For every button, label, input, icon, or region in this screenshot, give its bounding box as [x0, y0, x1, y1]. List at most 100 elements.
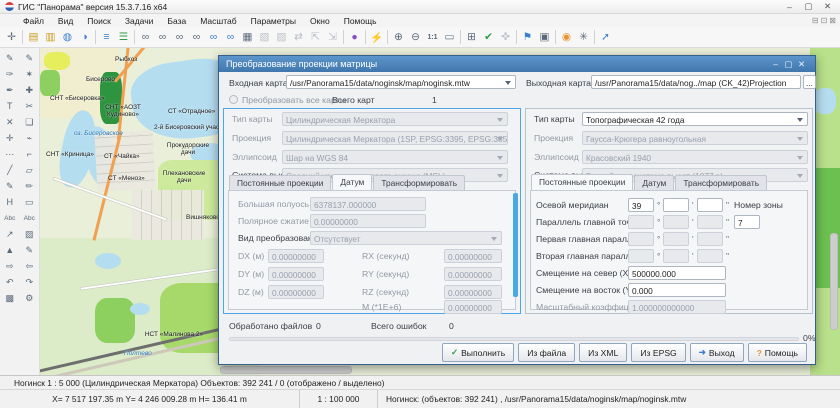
text-abc-2-icon[interactable]: Abc: [22, 211, 37, 225]
axial-deg-input[interactable]: 39: [628, 198, 654, 212]
grid-icon[interactable]: ▦: [239, 29, 256, 46]
menu-file[interactable]: Файл: [16, 16, 51, 26]
zone-number-input[interactable]: 7: [734, 215, 760, 229]
layers-icon[interactable]: ≡: [98, 29, 115, 46]
find-object-icon[interactable]: ∞: [137, 29, 154, 46]
redo-icon[interactable]: ↷: [22, 275, 37, 289]
topology-icon[interactable]: ⌁: [22, 131, 37, 145]
select-transfer-icon[interactable]: ⇄: [290, 29, 307, 46]
execute-button[interactable]: ✓ Выполнить: [442, 343, 514, 362]
mdi-minimize-button[interactable]: ⊟: [812, 16, 819, 25]
find-selected-icon[interactable]: ∞: [188, 29, 205, 46]
polygon-icon[interactable]: ▱: [22, 163, 37, 177]
source-tab-datum[interactable]: Датум: [332, 174, 372, 191]
axial-sec-input[interactable]: [697, 198, 723, 212]
delete-object-icon[interactable]: ✕: [2, 115, 17, 129]
pencil-a-icon[interactable]: ✎: [2, 179, 17, 193]
zoom-out-icon[interactable]: ⊖: [407, 29, 424, 46]
map-horizontal-scrollbar[interactable]: [220, 366, 352, 374]
edit-metric-icon[interactable]: ✑: [2, 67, 17, 81]
edit-shape-icon[interactable]: ✒: [2, 83, 17, 97]
mdi-restore-button[interactable]: ⊡: [821, 16, 828, 25]
convert-all-radio[interactable]: [229, 95, 238, 104]
draw-object-icon[interactable]: ✎: [2, 51, 17, 65]
context-help-icon[interactable]: ➚: [597, 29, 614, 46]
window-maximize-button[interactable]: ▢: [801, 1, 816, 12]
import-icon[interactable]: ⇦: [22, 259, 37, 273]
from-file-button[interactable]: Из файла: [518, 343, 575, 362]
target-map-type-combobox[interactable]: Топографическая 42 года: [582, 112, 808, 126]
menu-parameters[interactable]: Параметры: [244, 16, 303, 26]
open-geoportal-icon[interactable]: ◍: [59, 29, 76, 46]
object-check-icon[interactable]: ✔: [480, 29, 497, 46]
align-icon[interactable]: ▲: [2, 243, 17, 257]
height-icon[interactable]: Н: [2, 195, 17, 209]
globe-3d-icon[interactable]: ●: [346, 29, 363, 46]
menu-database[interactable]: База: [160, 16, 193, 26]
exit-button[interactable]: ➜ Выход: [690, 343, 744, 362]
split-object-icon[interactable]: ✂: [22, 99, 37, 113]
message-panel-icon[interactable]: ⊞: [463, 29, 480, 46]
menu-window[interactable]: Окно: [303, 16, 337, 26]
find-by-name-icon[interactable]: ∞: [154, 29, 171, 46]
pencil-b-icon[interactable]: ✏: [22, 179, 37, 193]
open-map-icon[interactable]: ▤: [25, 29, 42, 46]
export-icon[interactable]: ⇨: [2, 259, 17, 273]
fill-icon[interactable]: ▩: [2, 291, 17, 305]
edit-semantics-icon[interactable]: ✶: [22, 67, 37, 81]
menu-search[interactable]: Поиск: [80, 16, 118, 26]
text-abc-icon[interactable]: Abc: [2, 211, 17, 225]
draw-graphic-icon[interactable]: ✎: [22, 51, 37, 65]
mdi-close-button[interactable]: ⊠: [829, 16, 836, 25]
output-map-input[interactable]: /usr/Panorama15/data/nog../map (CK_42)Pr…: [591, 75, 801, 89]
dialog-minimize-button[interactable]: –: [769, 59, 782, 69]
find-marked-icon[interactable]: ∞: [205, 29, 222, 46]
pan-map-icon[interactable]: ✜: [497, 29, 514, 46]
browse-button[interactable]: ...: [803, 75, 816, 89]
dialog-titlebar[interactable]: Преобразование проекции матрицы – ▢ ✕: [219, 56, 815, 72]
window-titlebar[interactable]: ГИС "Панорама" версия 15.3.7.16 x64 – ▢ …: [0, 0, 840, 14]
color-settings-icon[interactable]: ◉: [558, 29, 575, 46]
text-title-icon[interactable]: Т: [2, 99, 17, 113]
bookmark-icon[interactable]: ⚑: [519, 29, 536, 46]
zoom-in-icon[interactable]: ⊕: [390, 29, 407, 46]
window-close-button[interactable]: ✕: [820, 1, 835, 12]
create-map-icon[interactable]: ✛: [3, 29, 20, 46]
select-clear-icon[interactable]: ⇲: [324, 29, 341, 46]
map-copy-icon[interactable]: ◑: [76, 29, 93, 46]
properties-icon[interactable]: ▣: [536, 29, 553, 46]
view-frame-icon[interactable]: ▭: [441, 29, 458, 46]
tool-settings-icon[interactable]: ⚙: [22, 291, 37, 305]
axial-min-input[interactable]: [663, 198, 689, 212]
help-button[interactable]: ? Помощь: [748, 343, 807, 362]
find-by-area-icon[interactable]: ∞: [171, 29, 188, 46]
find-repeat-icon[interactable]: ∞: [222, 29, 239, 46]
menu-scale[interactable]: Масштаб: [193, 16, 243, 26]
input-map-combobox[interactable]: /usr/Panorama15/data/noginsk/map/noginsk…: [286, 75, 516, 89]
direction-icon[interactable]: ↗: [2, 227, 17, 241]
menu-view[interactable]: Вид: [51, 16, 80, 26]
select-frame-icon[interactable]: ▧: [256, 29, 273, 46]
rotate-icon[interactable]: ⌐: [22, 147, 37, 161]
dialog-maximize-button[interactable]: ▢: [782, 59, 795, 70]
menu-tasks[interactable]: Задачи: [118, 16, 161, 26]
window-minimize-button[interactable]: –: [782, 2, 797, 12]
menu-help[interactable]: Помощь: [337, 16, 384, 26]
east-offset-input[interactable]: 0.000: [628, 283, 726, 297]
north-offset-input[interactable]: 500000.000: [628, 266, 726, 280]
from-epsg-button[interactable]: Из EPSG: [631, 343, 685, 362]
merge-objects-icon[interactable]: ❏: [22, 115, 37, 129]
undo-icon[interactable]: ↶: [2, 275, 17, 289]
frame-green-icon[interactable]: ▭: [22, 195, 37, 209]
select-add-icon[interactable]: ⇱: [307, 29, 324, 46]
target-tab-constant-projections[interactable]: Постоянные проекции: [531, 174, 633, 191]
dialog-close-button[interactable]: ✕: [795, 59, 808, 70]
from-xml-button[interactable]: Из XML: [579, 343, 627, 362]
legend-icon[interactable]: ☰: [115, 29, 132, 46]
ruler-icon[interactable]: ╱: [2, 163, 17, 177]
create-copy-icon[interactable]: ✚: [22, 83, 37, 97]
move-point-icon[interactable]: ✛: [2, 131, 17, 145]
edit-pencil-icon[interactable]: ✎: [22, 243, 37, 257]
source-panel-scrollbar[interactable]: [513, 193, 518, 297]
dashes-icon[interactable]: ⋯: [2, 147, 17, 161]
